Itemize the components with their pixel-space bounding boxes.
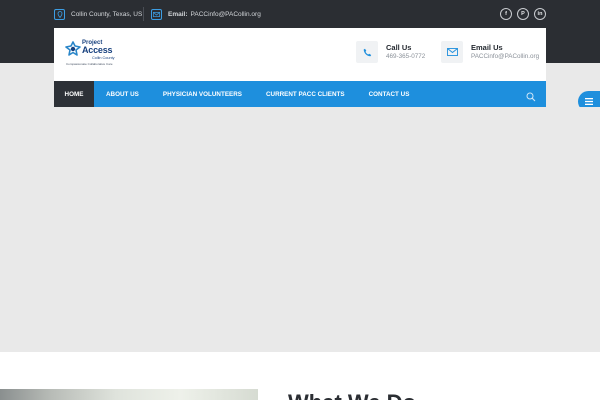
nav-current-pacc-clients[interactable]: CURRENT PACC CLIENTS	[254, 81, 357, 107]
logo-tagline: Compassionate Collaborative Care	[66, 62, 113, 66]
call-us-label: Call Us	[386, 43, 412, 52]
phone-number[interactable]: 469-365-0772	[386, 52, 425, 62]
email-us-label: Email Us	[471, 43, 503, 52]
facebook-icon[interactable]: f	[500, 8, 512, 20]
logo-text-access: Access	[82, 45, 113, 55]
site-logo[interactable]: Project Access Collin County Compassiona…	[64, 38, 120, 70]
linkedin-icon[interactable]: in	[534, 8, 546, 20]
logo-text-county: Collin County	[92, 56, 115, 60]
email-label: Email:	[168, 10, 188, 18]
social-links: f P in	[500, 8, 546, 20]
nav-home[interactable]: HOME	[54, 81, 94, 107]
email-us-block: Email Us PACCinfo@PACollin.org	[441, 41, 539, 63]
contact-email[interactable]: PACCinfo@PACollin.org	[471, 52, 539, 62]
envelope-icon	[151, 8, 162, 20]
hamburger-icon	[585, 98, 593, 105]
nav-physician-volunteers[interactable]: PHYSICIAN VOLUNTEERS	[151, 81, 254, 107]
email-link[interactable]: PACCinfo@PACollin.org	[191, 11, 261, 18]
pinterest-icon[interactable]: P	[517, 8, 529, 20]
location-info: Collin County, Texas, US	[54, 7, 142, 21]
map-pin-icon	[54, 8, 65, 20]
topbar-divider	[143, 7, 144, 21]
logo-mark-icon	[65, 41, 81, 56]
site-header: Project Access Collin County Compassiona…	[54, 28, 546, 81]
search-icon[interactable]	[526, 89, 536, 102]
nav-contact-us[interactable]: CONTACT US	[357, 81, 422, 107]
hero-slider-area	[0, 107, 600, 352]
section-photo	[0, 389, 258, 400]
phone-icon	[356, 41, 378, 63]
main-nav: HOME ABOUT US PHYSICIAN VOLUNTEERS CURRE…	[54, 81, 546, 107]
nav-about-us[interactable]: ABOUT US	[94, 81, 151, 107]
location-text: Collin County, Texas, US	[71, 10, 143, 18]
email-info: Email: PACCinfo@PACollin.org	[151, 7, 261, 21]
call-us-block: Call Us 469-365-0772	[356, 41, 425, 63]
section-heading: What We Do	[288, 392, 416, 400]
mail-icon	[441, 41, 463, 63]
